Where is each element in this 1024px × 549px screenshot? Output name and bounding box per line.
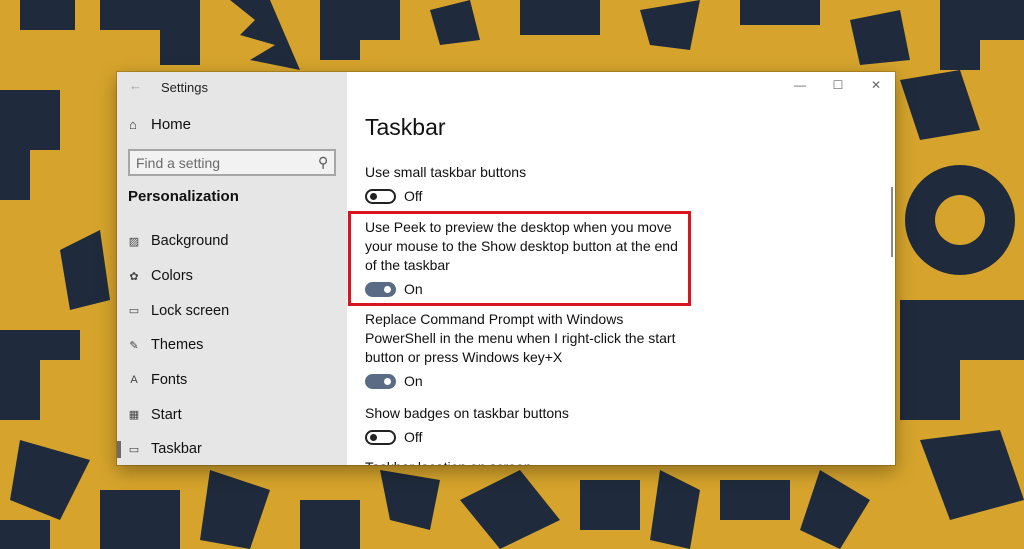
- palette-icon: ✿: [129, 270, 139, 283]
- setting-label: Use small taskbar buttons: [365, 164, 527, 180]
- setting-label: Replace Command Prompt with Windows Powe…: [365, 311, 676, 365]
- home-icon: ⌂: [129, 117, 137, 132]
- setting-show-badges: Show badges on taskbar buttons Off: [365, 404, 690, 445]
- toggle-state: Off: [404, 188, 423, 204]
- badges-toggle[interactable]: Off: [365, 429, 690, 445]
- sidebar-item-start[interactable]: ▦ Start: [117, 397, 347, 432]
- sidebar-nav: ▨ Background ✿ Colors ▭ Lock screen ✎ Th…: [117, 224, 347, 465]
- sidebar-item-label: Fonts: [151, 372, 188, 389]
- setting-taskbar-location: Taskbar location on screen: [365, 458, 690, 465]
- minimize-icon[interactable]: —: [781, 74, 819, 96]
- taskbar-icon: ▭: [128, 443, 140, 456]
- themes-icon: ✎: [129, 339, 139, 352]
- setting-small-taskbar-buttons: Use small taskbar buttons Off: [365, 163, 690, 204]
- peek-toggle[interactable]: On: [365, 281, 690, 297]
- setting-label: Use Peek to preview the desktop when you…: [365, 219, 678, 273]
- setting-label: Taskbar location on screen: [365, 458, 690, 465]
- lock-screen-icon: ▭: [128, 305, 140, 318]
- sidebar: ← Settings ⌂ Home ⚲ Personalization ▨ Ba…: [117, 72, 347, 465]
- back-arrow-icon[interactable]: ←: [129, 78, 142, 93]
- sidebar-item-label: Colors: [151, 268, 193, 285]
- close-icon[interactable]: ✕: [857, 74, 895, 96]
- page-title: Taskbar: [365, 114, 446, 140]
- sidebar-item-home[interactable]: ⌂ Home: [129, 116, 191, 133]
- app-title: Settings: [161, 80, 208, 95]
- home-label: Home: [151, 116, 192, 133]
- sidebar-item-lock-screen[interactable]: ▭ Lock screen: [117, 293, 347, 328]
- start-icon: ▦: [128, 409, 140, 422]
- toggle-switch[interactable]: [365, 373, 396, 389]
- sidebar-item-label: Themes: [151, 337, 204, 354]
- main-content: — ☐ ✕ Taskbar Use small taskbar buttons …: [347, 72, 895, 465]
- setting-peek-preview: Use Peek to preview the desktop when you…: [365, 218, 690, 297]
- toggle-state: On: [404, 281, 423, 297]
- maximize-icon[interactable]: ☐: [819, 74, 857, 96]
- background-icon: ▨: [128, 235, 140, 248]
- sidebar-item-themes[interactable]: ✎ Themes: [117, 328, 347, 363]
- section-title: Personalization: [128, 188, 239, 205]
- setting-powershell-replace: Replace Command Prompt with Windows Powe…: [365, 310, 690, 389]
- powershell-toggle[interactable]: On: [365, 373, 690, 389]
- sidebar-item-taskbar[interactable]: ▭ Taskbar: [117, 432, 347, 465]
- fonts-icon: A: [130, 374, 138, 387]
- sidebar-item-label: Lock screen: [151, 302, 230, 319]
- sidebar-item-background[interactable]: ▨ Background: [117, 224, 347, 259]
- sidebar-item-label: Start: [151, 406, 182, 423]
- sidebar-item-label: Background: [151, 233, 229, 250]
- toggle-state: On: [404, 373, 423, 389]
- sidebar-item-fonts[interactable]: A Fonts: [117, 363, 347, 398]
- settings-window: ← Settings ⌂ Home ⚲ Personalization ▨ Ba…: [117, 72, 895, 465]
- search-box[interactable]: ⚲: [128, 149, 336, 176]
- window-controls: — ☐ ✕: [781, 74, 895, 96]
- small-buttons-toggle[interactable]: Off: [365, 188, 690, 204]
- toggle-switch[interactable]: [365, 429, 396, 445]
- sidebar-item-label: Taskbar: [151, 441, 202, 458]
- toggle-state: Off: [404, 429, 423, 445]
- sidebar-item-colors[interactable]: ✿ Colors: [117, 259, 347, 294]
- search-input[interactable]: [136, 154, 318, 171]
- search-icon[interactable]: ⚲: [318, 154, 328, 171]
- toggle-switch[interactable]: [365, 188, 396, 204]
- scrollbar[interactable]: [891, 187, 893, 257]
- toggle-switch[interactable]: [365, 281, 396, 297]
- setting-label: Show badges on taskbar buttons: [365, 405, 569, 421]
